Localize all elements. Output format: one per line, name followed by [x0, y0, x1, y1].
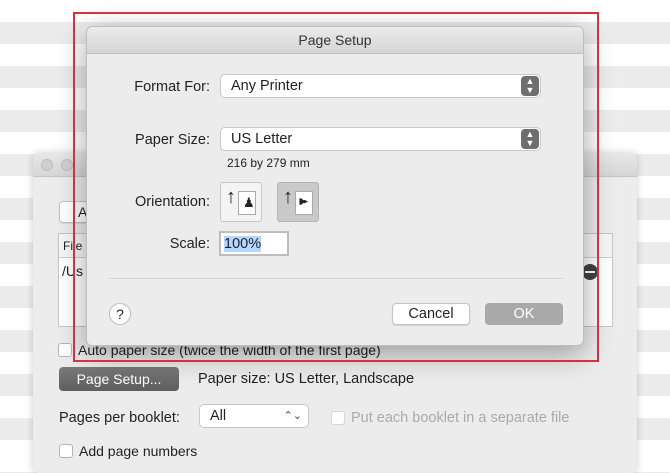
cancel-button[interactable]: Cancel	[392, 303, 470, 325]
paper-size-value: US Letter	[231, 131, 293, 147]
paper-size-label: Paper Size:	[135, 132, 210, 148]
paper-size-info: Paper size: US Letter, Landscape	[198, 371, 415, 387]
arrow-up-icon: ↑	[283, 186, 293, 208]
paper-dimensions: 216 by 279 mm	[227, 156, 310, 170]
add-page-numbers-label: Add page numbers	[79, 443, 198, 459]
separate-file-checkbox[interactable]	[331, 411, 345, 425]
pages-per-booklet-label: Pages per booklet:	[59, 410, 180, 426]
remove-icon[interactable]	[582, 264, 598, 280]
orientation-label: Orientation:	[135, 194, 210, 210]
scale-label: Scale:	[169, 236, 210, 252]
page-setup-dialog: Page Setup Format For: Any Printer ▲ ▼ Pap…	[86, 26, 584, 346]
scale-input[interactable]: 100%	[219, 231, 289, 256]
landscape-page-icon: ♟	[295, 191, 313, 215]
chevron-updown-icon: ▲ ▼	[521, 76, 539, 96]
pages-per-booklet-value: All	[210, 408, 227, 424]
chevron-updown-icon: ▲ ▼	[521, 129, 539, 149]
scale-value: 100%	[224, 236, 262, 252]
chevron-updown-icon: ⌃⌄	[283, 410, 302, 422]
divider	[109, 278, 563, 279]
format-for-value: Any Printer	[231, 78, 303, 94]
format-for-select[interactable]: Any Printer ▲ ▼	[220, 74, 541, 98]
page-setup-button[interactable]: Page Setup...	[59, 367, 179, 391]
help-button[interactable]: ?	[109, 303, 131, 325]
arrow-up-icon: ↑	[226, 186, 236, 208]
minimize-button[interactable]	[61, 159, 73, 171]
ok-button[interactable]: OK	[485, 303, 563, 325]
auto-paper-size-checkbox[interactable]	[58, 343, 72, 357]
landscape-button[interactable]: ↑ ♟	[277, 182, 319, 222]
format-for-label: Format For:	[134, 79, 210, 95]
separate-file-label: Put each booklet in a separate file	[351, 410, 570, 426]
portrait-button[interactable]: ↑ ♟	[220, 182, 262, 222]
dialog-title: Page Setup	[87, 27, 583, 54]
close-button[interactable]	[41, 159, 53, 171]
paper-size-select[interactable]: US Letter ▲ ▼	[220, 127, 541, 151]
pages-per-booklet-select[interactable]: All ⌃⌄	[199, 404, 309, 428]
portrait-page-icon: ♟	[238, 191, 256, 215]
add-page-numbers-checkbox[interactable]	[59, 444, 73, 458]
